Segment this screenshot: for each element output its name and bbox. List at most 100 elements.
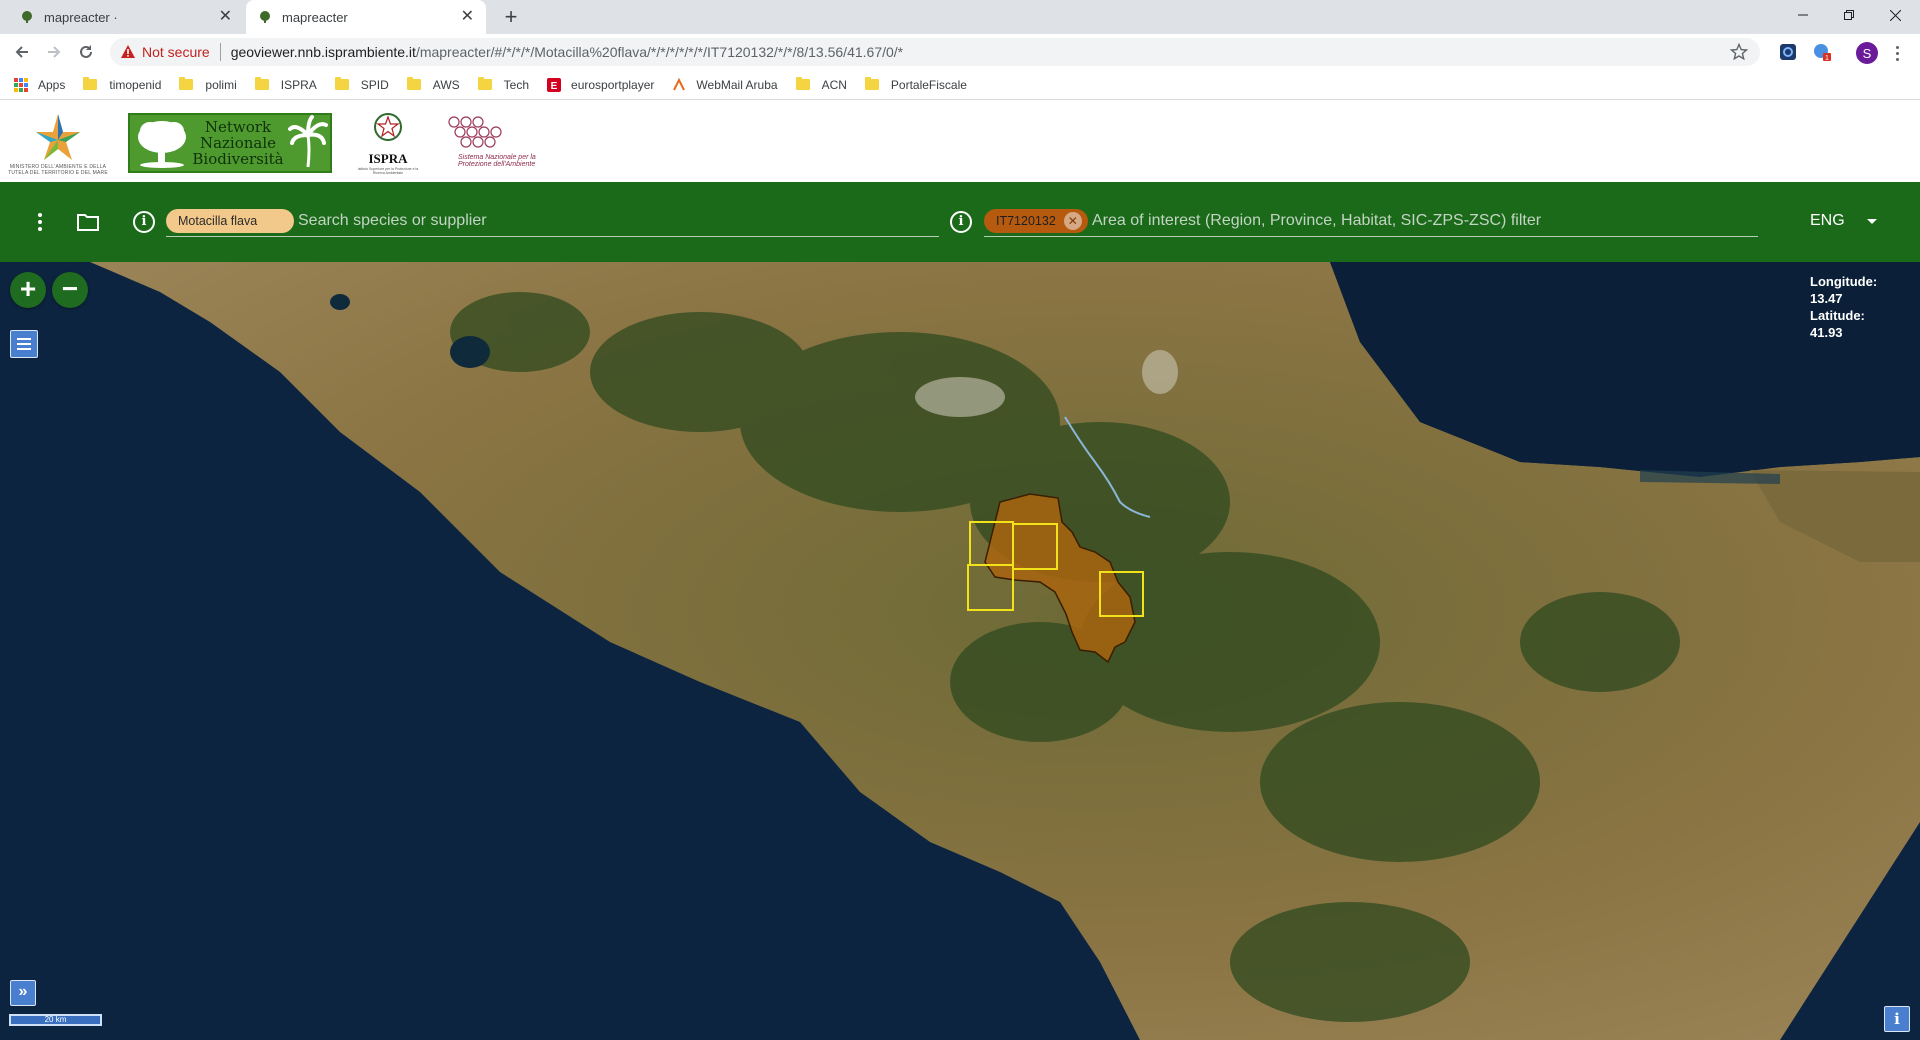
bookmark-label: SPID: [360, 77, 389, 92]
extension-badge-icon[interactable]: 1: [1812, 42, 1832, 62]
restore-window-icon[interactable]: [1826, 0, 1872, 30]
map-view[interactable]: + − Longitude: 13.47 Latitude: 41.93: [0, 262, 1920, 1040]
close-window-icon[interactable]: [1872, 0, 1918, 30]
lake-bracciano: [450, 336, 490, 368]
bookmark-eurosportplayer[interactable]: E eurosportplayer: [547, 77, 655, 92]
coordinates-readout: Longitude: 13.47 Latitude: 41.93: [1810, 273, 1877, 341]
nnb-logo[interactable]: Network Nazionale Biodiversità: [128, 113, 332, 173]
address-bar[interactable]: Not secure geoviewer.nnb.isprambiente.it…: [110, 38, 1760, 66]
app-menu-icon[interactable]: [32, 208, 48, 236]
bookmark-label: eurosportplayer: [571, 77, 655, 92]
aruba-icon: [673, 77, 686, 90]
bookmark-star-icon[interactable]: [1730, 43, 1748, 61]
zoom-in-button[interactable]: +: [10, 272, 46, 308]
area-info-icon[interactable]: i: [950, 211, 972, 233]
bookmark-label: ISPRA: [280, 77, 317, 92]
snpa-logo[interactable]: Sistema Nazionale per la Protezione dell…: [444, 114, 536, 178]
bookmark-label: AWS: [432, 77, 460, 92]
layers-list-button[interactable]: [10, 330, 38, 358]
ispra-logo-subtitle: Istituto Superiore per la Protezione e l…: [357, 167, 419, 175]
url-host: geoviewer.nnb.isprambiente.it: [230, 44, 416, 60]
language-selector[interactable]: ENG: [1810, 208, 1890, 234]
folder-icon: [83, 77, 98, 90]
tree-favicon-icon: [260, 11, 270, 23]
satellite-basemap[interactable]: [0, 262, 1920, 1040]
hexagon-network-icon: [448, 116, 502, 148]
browser-menu-icon[interactable]: [1890, 42, 1904, 64]
map-scale-bar: 20 km: [9, 1014, 102, 1026]
list-icon: [17, 338, 31, 350]
palm-logo-icon: [288, 115, 328, 168]
longitude-value: 13.47: [1810, 291, 1843, 306]
folder-icon: [477, 77, 492, 90]
bookmark-apps[interactable]: Apps: [14, 77, 66, 92]
expand-panel-button[interactable]: »: [10, 980, 36, 1006]
bookmark-timopenid[interactable]: timopenid: [83, 77, 162, 92]
eurosport-icon: E: [547, 77, 562, 92]
browser-toolbar: Not secure geoviewer.nnb.isprambiente.it…: [0, 34, 1920, 70]
new-tab-button[interactable]: +: [498, 4, 524, 30]
not-secure-label: Not secure: [142, 44, 210, 60]
species-chip-label: Motacilla flava: [178, 214, 258, 228]
folder-icon: [334, 77, 349, 90]
tab-close-icon[interactable]: ✕: [461, 9, 474, 25]
apps-grid-icon: [14, 77, 28, 92]
bookmark-label: PortaleFiscale: [890, 77, 967, 92]
species-search-placeholder: Search species or supplier: [298, 212, 487, 229]
browser-tab-strip: mapreacter · ✕ mapreacter ✕ +: [0, 0, 1920, 34]
page-header-logos: MINISTERO DELL'AMBIENTE E DELLA TUTELA D…: [0, 100, 1920, 182]
minimize-window-icon[interactable]: [1780, 0, 1826, 30]
chip-remove-icon[interactable]: ✕: [1063, 212, 1082, 230]
tab-title: mapreacter ·: [44, 9, 118, 25]
bookmark-polimi[interactable]: polimi: [179, 77, 237, 92]
tree-logo-icon: [138, 121, 186, 168]
bookmark-label: WebMail Aruba: [696, 77, 778, 92]
app-toolbar: i Motacilla flava Search species or supp…: [0, 182, 1920, 262]
bookmark-webmail-aruba[interactable]: WebMail Aruba: [672, 77, 778, 92]
forward-arrow-icon[interactable]: [38, 34, 70, 70]
species-chip[interactable]: Motacilla flava: [166, 209, 294, 233]
bookmark-label: timopenid: [109, 77, 162, 92]
species-info-icon[interactable]: i: [133, 211, 155, 233]
profile-avatar[interactable]: S: [1856, 42, 1878, 64]
extension-icon[interactable]: [1778, 42, 1798, 62]
folder-icon: [795, 77, 810, 90]
area-filter-field[interactable]: IT7120132 ✕ Area of interest (Region, Pr…: [984, 206, 1758, 237]
lake-small: [330, 294, 350, 310]
browser-tab-active[interactable]: mapreacter ✕: [246, 0, 486, 34]
nnb-logo-text: Network Nazionale Biodiversità: [192, 118, 284, 168]
svg-text:1: 1: [1825, 55, 1829, 62]
bookmark-label: ACN: [821, 77, 847, 92]
dropdown-caret-icon: [1866, 218, 1877, 224]
omnibox-divider: [219, 43, 221, 61]
tab-close-icon[interactable]: ✕: [219, 9, 232, 25]
latitude-value: 41.93: [1810, 325, 1843, 340]
reload-icon[interactable]: [70, 34, 102, 70]
ministry-star-icon: [36, 114, 80, 160]
bookmark-aws[interactable]: AWS: [406, 77, 460, 92]
bookmark-label: Apps: [38, 77, 66, 92]
bookmark-tech[interactable]: Tech: [477, 77, 529, 92]
ministry-logo[interactable]: MINISTERO DELL'AMBIENTE E DELLA TUTELA D…: [8, 112, 108, 176]
area-chip-label: IT7120132: [996, 214, 1056, 228]
folder-open-icon[interactable]: [76, 210, 100, 234]
bookmark-ispra[interactable]: ISPRA: [254, 77, 317, 92]
snpa-logo-text: Sistema Nazionale per la Protezione dell…: [458, 154, 536, 168]
folder-icon: [864, 77, 879, 90]
tree-favicon-icon: [22, 11, 32, 23]
area-filter-placeholder: Area of interest (Region, Province, Habi…: [1092, 212, 1542, 229]
species-search-field[interactable]: Motacilla flava Search species or suppli…: [166, 206, 939, 237]
tab-title: mapreacter: [282, 9, 348, 25]
back-arrow-icon[interactable]: [6, 34, 38, 70]
zoom-out-button[interactable]: −: [52, 272, 88, 308]
area-chip[interactable]: IT7120132 ✕: [984, 209, 1088, 233]
latitude-label: Latitude:: [1810, 308, 1865, 323]
ispra-logo[interactable]: ISPRA Istituto Superiore per la Protezio…: [355, 112, 421, 176]
ispra-logo-text: ISPRA: [368, 151, 408, 166]
browser-tab-inactive[interactable]: mapreacter · ✕: [8, 0, 244, 34]
republic-emblem-icon: [374, 113, 402, 141]
bookmark-portalefiscale[interactable]: PortaleFiscale: [864, 77, 967, 92]
bookmark-spid[interactable]: SPID: [334, 77, 389, 92]
map-info-button[interactable]: i: [1884, 1006, 1910, 1032]
bookmark-acn[interactable]: ACN: [795, 77, 847, 92]
